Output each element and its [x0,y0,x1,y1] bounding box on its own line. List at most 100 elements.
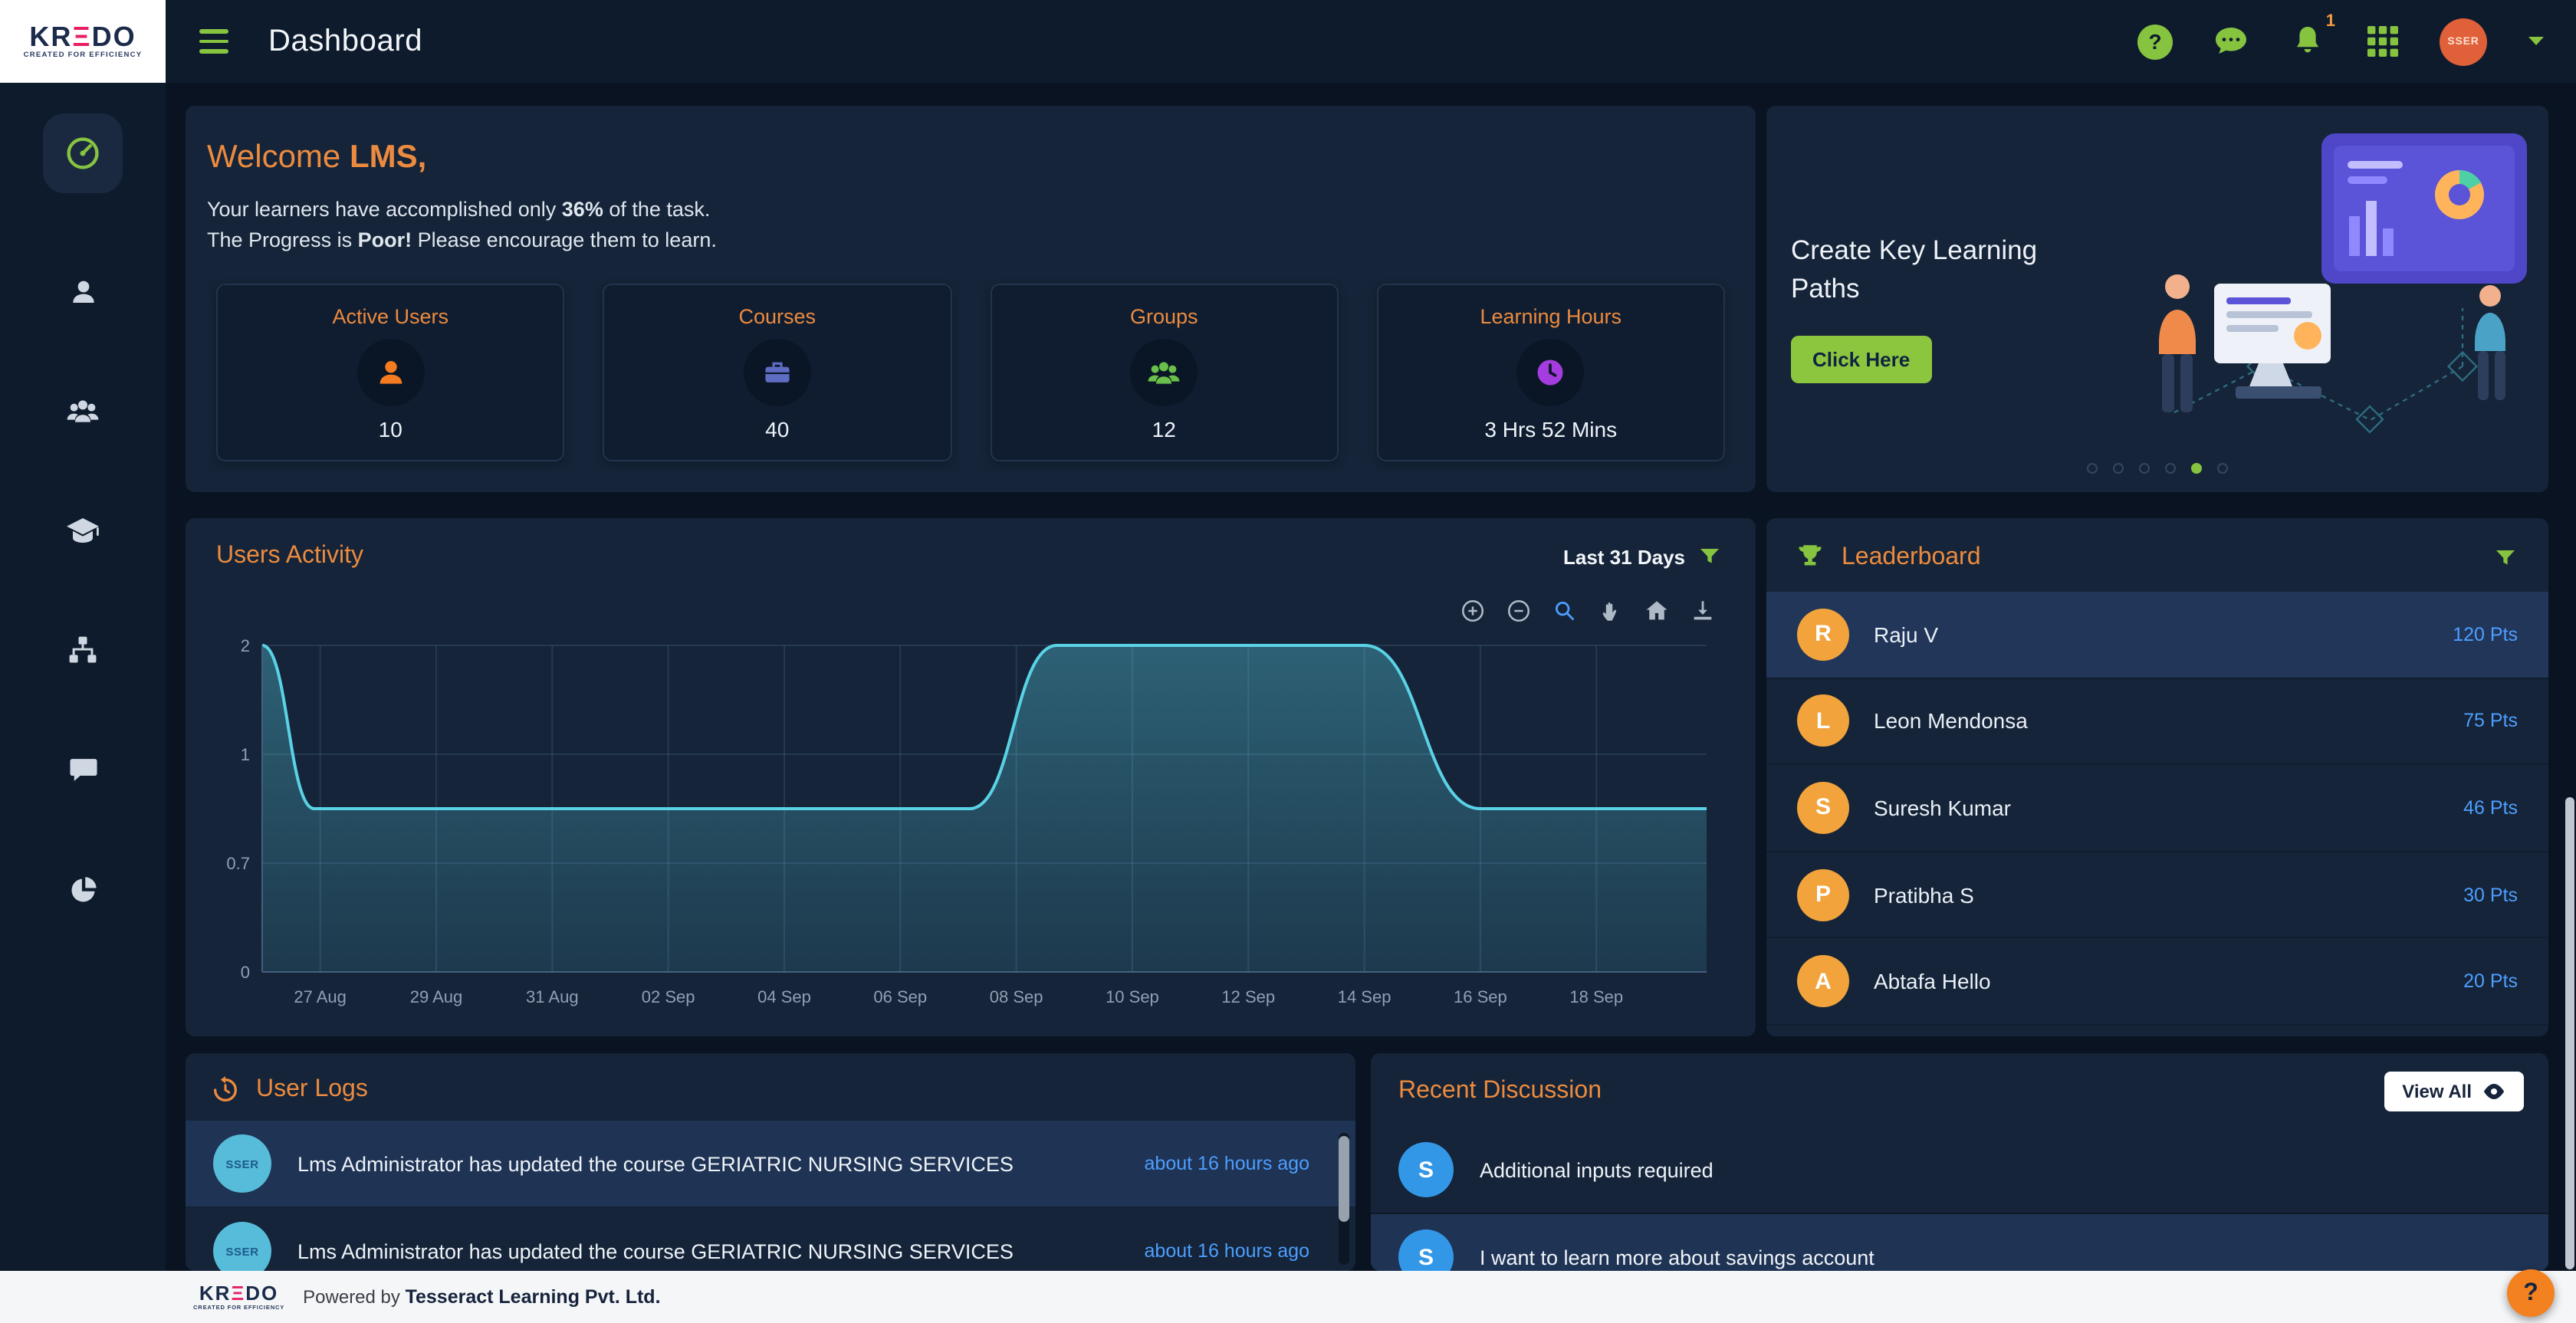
zoom-out-icon[interactable] [1506,598,1532,624]
stat-label: Learning Hours [1480,305,1622,328]
selection-zoom-icon[interactable] [1552,598,1578,624]
leaderboard-points: 120 Pts [2453,624,2518,645]
svg-text:18 Sep: 18 Sep [1569,987,1623,1006]
chart-toolbar [1460,598,1716,624]
brand-tagline: CREATED FOR EFFICIENCY [24,52,143,60]
recent-discussion-card: Recent Discussion View All S Additional … [1371,1053,2548,1271]
sidebar-item-hierarchy[interactable] [61,629,104,671]
svg-text:29 Aug: 29 Aug [410,987,463,1006]
clock-icon [1517,339,1585,406]
svg-text:06 Sep: 06 Sep [873,987,927,1006]
view-all-button[interactable]: View All [2384,1072,2524,1111]
stat-courses[interactable]: Courses 40 [603,284,952,461]
sidebar-item-groups[interactable] [61,389,104,432]
leaderboard-row[interactable]: L Leon Mendonsa 75 Pts [1766,678,2548,765]
user-logs-header: User Logs [186,1053,1355,1121]
welcome-line-1: Your learners have accomplished only 36%… [207,195,1734,225]
leaderboard-card: Leaderboard R Raju V 120 Pts L Leon Mend… [1766,518,2548,1036]
caret-down-icon[interactable] [2527,35,2545,48]
svg-text:14 Sep: 14 Sep [1338,987,1392,1006]
users-group-icon [1130,339,1198,406]
carousel-dot[interactable] [2087,463,2098,474]
leaderboard-row[interactable]: R Raju V 120 Pts [1766,592,2548,678]
users-activity-chart[interactable]: 00.71227 Aug29 Aug31 Aug02 Sep04 Sep06 S… [216,638,1719,1018]
filter-icon[interactable] [2493,545,2518,570]
leaderboard-row[interactable]: S Suresh Kumar 46 Pts [1766,765,2548,852]
user-icon [356,339,424,406]
leaderboard-list: R Raju V 120 Pts L Leon Mendonsa 75 Pts … [1766,592,2548,1026]
carousel-dot[interactable] [2113,463,2124,474]
svg-text:02 Sep: 02 Sep [642,987,695,1006]
discussion-row[interactable]: S Additional inputs required [1371,1127,2548,1214]
leaderboard-name: Leon Mendonsa [1874,709,2439,734]
user-logs-list: SSER Lms Administrator has updated the c… [186,1121,1355,1271]
sidebar-item-reports[interactable] [61,868,104,911]
leaderboard-row[interactable]: P Pratibha S 30 Pts [1766,852,2548,939]
discussion-row[interactable]: S I want to learn more about savings acc… [1371,1214,2548,1271]
menu-toggle-icon[interactable] [193,23,235,60]
stat-label: Active Users [332,305,449,328]
log-message: Lms Administrator has updated the course… [297,1152,1119,1175]
discussion-message: I want to learn more about savings accou… [1480,1246,1875,1269]
log-message: Lms Administrator has updated the course… [297,1239,1119,1262]
users-activity-header: Users Activity Last 31 Days [186,518,1756,570]
chat-icon[interactable] [2213,23,2249,60]
carousel-dot[interactable] [2217,463,2228,474]
svg-text:0: 0 [241,963,250,982]
carousel-dot-active[interactable] [2191,463,2202,474]
leaderboard-points: 75 Pts [2463,711,2518,732]
recent-discussion-title: Recent Discussion [1398,1078,2384,1105]
stat-groups[interactable]: Groups 12 [990,284,1339,461]
discussion-list: S Additional inputs required S I want to… [1371,1127,2548,1271]
promo-title: Create Key Learning Paths [1791,231,2067,308]
promo-click-here-button[interactable]: Click Here [1791,336,1931,383]
leaderboard-points: 46 Pts [2463,797,2518,819]
sidebar-item-discussions[interactable] [61,748,104,791]
stat-learning-hours[interactable]: Learning Hours 3 Hrs 52 Mins [1377,284,1726,461]
leaderboard-name: Suresh Kumar [1874,796,2439,820]
user-log-row[interactable]: SSER Lms Administrator has updated the c… [186,1121,1355,1208]
svg-text:1: 1 [241,745,250,764]
carousel-dot[interactable] [2165,463,2176,474]
download-icon[interactable] [1690,598,1716,624]
range-label: Last 31 Days [1563,545,1685,568]
eye-icon [2482,1082,2505,1101]
leaderboard-points: 20 Pts [2463,970,2518,992]
svg-text:2: 2 [241,638,250,655]
welcome-heading: Welcome LMS, [207,140,1734,176]
pan-icon[interactable] [1598,598,1624,624]
logs-scrollbar-thumb[interactable] [1339,1136,1349,1222]
floating-help-button[interactable]: ? [2507,1269,2555,1317]
avatar: S [1797,782,1849,834]
discussion-message: Additional inputs required [1480,1158,1714,1181]
topbar: KRΞDO CREATED FOR EFFICIENCY Dashboard ?… [0,0,2576,83]
avatar: R [1797,609,1849,661]
sidebar-item-users[interactable] [61,270,104,313]
footer: KRΞDO CREATED FOR EFFICIENCY Powered by … [0,1271,2576,1323]
leaderboard-row[interactable]: A Abtafa Hello 20 Pts [1766,939,2548,1026]
stat-active-users[interactable]: Active Users 10 [216,284,565,461]
sidebar [0,83,166,1271]
sidebar-item-dashboard[interactable] [43,113,123,193]
logs-scrollbar[interactable] [1339,1133,1349,1265]
user-avatar[interactable]: SSER [2440,18,2487,65]
leaderboard-title: Leaderboard [1842,543,1981,571]
recent-discussion-header: Recent Discussion View All [1371,1053,2548,1127]
powered-by-text: Powered by Tesseract Learning Pvt. Ltd. [303,1286,660,1308]
user-log-row[interactable]: SSER Lms Administrator has updated the c… [186,1208,1355,1271]
zoom-in-icon[interactable] [1460,598,1486,624]
apps-grid-icon[interactable] [2366,25,2400,58]
avatar: SSER [213,1222,271,1271]
filter-icon[interactable] [1697,544,1722,569]
page-scrollbar-thumb[interactable] [2565,797,2574,1269]
svg-text:08 Sep: 08 Sep [990,987,1043,1006]
carousel-dot[interactable] [2139,463,2150,474]
bell-icon[interactable]: 1 [2289,23,2326,60]
welcome-card: Welcome LMS, Your learners have accompli… [186,106,1756,492]
home-icon[interactable] [1644,598,1670,624]
brand-logo[interactable]: KRΞDO CREATED FOR EFFICIENCY [0,0,166,83]
stats-row: Active Users 10 Courses 40 Groups [207,284,1734,461]
sidebar-item-courses[interactable] [61,509,104,552]
stat-value: 40 [765,417,789,442]
help-icon[interactable]: ? [2137,24,2173,59]
